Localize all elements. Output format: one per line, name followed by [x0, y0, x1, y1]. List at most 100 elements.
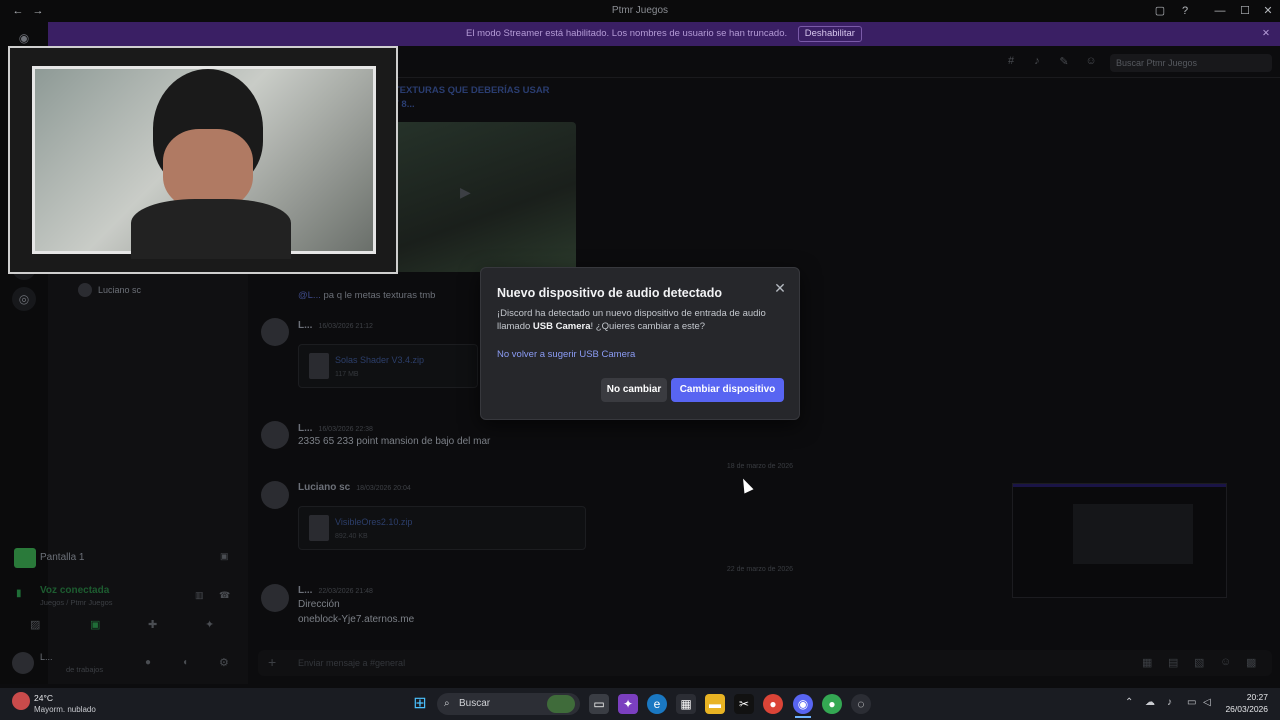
close-icon[interactable]: ✕	[771, 279, 789, 297]
volume-icon[interactable]: ◁	[1203, 697, 1211, 708]
sticker-icon[interactable]: ▧	[1194, 656, 1204, 669]
message-author[interactable]: L... 16/03/2026 21:12	[298, 320, 373, 331]
taskbar-search[interactable]: ⌕ Buscar	[437, 693, 580, 715]
tray-mic-icon[interactable]: ♪	[1167, 697, 1172, 708]
taskbar-search-label: Buscar	[459, 698, 491, 709]
message-avatar[interactable]	[261, 318, 289, 346]
disable-streamer-button[interactable]: Deshabilitar	[797, 26, 862, 42]
message-link[interactable]: oneblock-Yje7.aternos.me	[298, 614, 414, 625]
change-device-button[interactable]: Cambiar dispositivo	[671, 378, 784, 402]
attach-plus-icon[interactable]: +	[268, 654, 276, 670]
activity-icon[interactable]: ✚	[148, 618, 157, 631]
file-attachment[interactable]: Solas Shader V3.4.zip 117 MB	[298, 344, 478, 388]
screen-share-icon[interactable]: ▣	[90, 618, 100, 631]
message-text: Dirección	[298, 599, 340, 610]
author-name[interactable]: L...	[298, 585, 312, 596]
dont-suggest-link[interactable]: No volver a sugerir USB Camera	[497, 349, 635, 360]
author-name[interactable]: Luciano sc	[298, 482, 350, 493]
soundboard-icon[interactable]: ✦	[205, 618, 214, 631]
message-timestamp: 18/03/2026 20:04	[356, 485, 411, 492]
message-avatar[interactable]	[261, 584, 289, 612]
file-attachment[interactable]: VisibleOres2.10.zip 892.40 KB	[298, 506, 586, 550]
tray-chevron-icon[interactable]: ⌃	[1125, 697, 1133, 708]
stream-preview-thumbnail[interactable]	[1012, 483, 1227, 598]
message-avatar[interactable]	[261, 421, 289, 449]
search-highlight-icon	[547, 695, 575, 713]
task-view-icon[interactable]: ▭	[589, 694, 609, 714]
weather-icon[interactable]	[12, 692, 30, 710]
message-timestamp: 16/03/2026 21:12	[318, 323, 373, 330]
voice-member-name[interactable]: Luciano sc	[98, 285, 141, 295]
disconnect-icon[interactable]: ☎	[219, 590, 230, 601]
audio-device-dialog: Nuevo dispositivo de audio detectado ✕ ¡…	[480, 267, 800, 420]
members-icon[interactable]: ☺	[1083, 55, 1099, 67]
onedrive-icon[interactable]: ☁	[1145, 697, 1155, 708]
maximize-button[interactable]: ☐	[1235, 0, 1255, 22]
back-icon[interactable]: ←	[8, 0, 28, 22]
chrome-icon[interactable]: ●	[763, 694, 783, 714]
explorer-icon[interactable]: ▬	[705, 694, 725, 714]
stream-name[interactable]: Pantalla 1	[40, 552, 84, 563]
keep-device-button[interactable]: No cambiar	[601, 378, 667, 402]
message-author[interactable]: L... 22/03/2026 21:48	[298, 585, 373, 596]
streamer-mode-banner: El modo Streamer está habilitado. Los no…	[48, 22, 1280, 46]
pin-icon[interactable]: ✎	[1056, 55, 1072, 68]
capcut-icon[interactable]: ✂	[734, 694, 754, 714]
bell-icon[interactable]: ♪	[1029, 55, 1045, 67]
video-off-icon[interactable]: ▨	[30, 618, 40, 631]
copilot-icon[interactable]: ✦	[618, 694, 638, 714]
author-name[interactable]: L...	[298, 423, 312, 434]
start-icon[interactable]: ⊞	[410, 694, 430, 714]
mic-icon[interactable]: ●	[145, 657, 151, 668]
message-author[interactable]: L... 16/03/2026 22:38	[298, 423, 373, 434]
close-window-button[interactable]: ✕	[1258, 0, 1278, 22]
message-composer[interactable]: + Enviar mensaje a #general ▦ ▤ ▧ ☺ ▩	[258, 650, 1272, 676]
chrome-profile-icon[interactable]: ●	[822, 694, 842, 714]
network-icon[interactable]: ▭	[1187, 697, 1196, 708]
file-name[interactable]: VisibleOres2.10.zip	[335, 517, 412, 527]
gif-icon[interactable]: ▤	[1168, 656, 1178, 669]
file-name[interactable]: Solas Shader V3.4.zip	[335, 355, 424, 365]
threads-icon[interactable]: #	[1003, 55, 1019, 67]
embed-video-thumbnail[interactable]: ▶	[378, 122, 576, 272]
message-timestamp: 22/03/2026 21:48	[318, 588, 373, 595]
user-avatar[interactable]	[12, 652, 34, 674]
user-name: L...	[40, 652, 53, 662]
noise-icon[interactable]: ▥	[195, 590, 204, 601]
embed-title[interactable]: DE TEXTURAS QUE DEBERÍAS USAR VA Y 8...	[378, 84, 550, 112]
window-titlebar: Ptmr Juegos	[0, 0, 1280, 22]
settings-gear-icon[interactable]: ⚙	[219, 656, 229, 669]
message-author[interactable]: Luciano sc 18/03/2026 20:04	[298, 482, 411, 493]
author-name[interactable]: L...	[298, 320, 312, 331]
edge-icon[interactable]: e	[647, 694, 667, 714]
clock-date[interactable]: 26/03/2026	[1222, 704, 1268, 714]
composer-placeholder: Enviar mensaje a #general	[298, 658, 406, 668]
dialog-body: ¡Discord ha detectado un nuevo dispositi…	[497, 307, 787, 333]
reply-preview-text: pa q le metas texturas tmb	[323, 290, 436, 301]
search-input[interactable]: Buscar Ptmr Juegos	[1110, 54, 1272, 72]
file-size: 892.40 KB	[335, 533, 368, 540]
explore-icon[interactable]: ◎	[12, 287, 36, 311]
message-timestamp: 16/03/2026 22:38	[318, 426, 373, 433]
gift-icon[interactable]: ▦	[1142, 656, 1152, 669]
help-icon[interactable]: ?	[1175, 0, 1195, 22]
banner-close-icon[interactable]: ✕	[1262, 22, 1270, 46]
minimize-button[interactable]: —	[1210, 0, 1230, 22]
discord-taskbar-icon[interactable]: ◉	[793, 694, 813, 714]
emoji-icon[interactable]: ☺	[1220, 656, 1231, 668]
inbox-icon[interactable]: ▢	[1150, 0, 1170, 22]
user-status: de trabajos	[66, 665, 104, 674]
forward-icon[interactable]: →	[28, 0, 48, 22]
popout-icon[interactable]: ▣	[220, 551, 229, 562]
voice-channel[interactable]: Juegos / Ptmr Juegos	[40, 598, 113, 607]
play-icon[interactable]: ▶	[460, 184, 471, 201]
message-avatar[interactable]	[261, 481, 289, 509]
reply-preview: @L... pa q le metas texturas tmb	[298, 290, 436, 301]
clock-time[interactable]: 20:27	[1226, 692, 1268, 702]
app-icon[interactable]: ◌	[851, 694, 871, 714]
headphones-icon[interactable]: ◖	[182, 657, 188, 668]
weather-desc[interactable]: Mayorm. nublado	[34, 705, 96, 714]
apps-icon[interactable]: ▩	[1246, 656, 1256, 669]
store-icon[interactable]: ▦	[676, 694, 696, 714]
weather-temp[interactable]: 24°C	[34, 693, 53, 703]
